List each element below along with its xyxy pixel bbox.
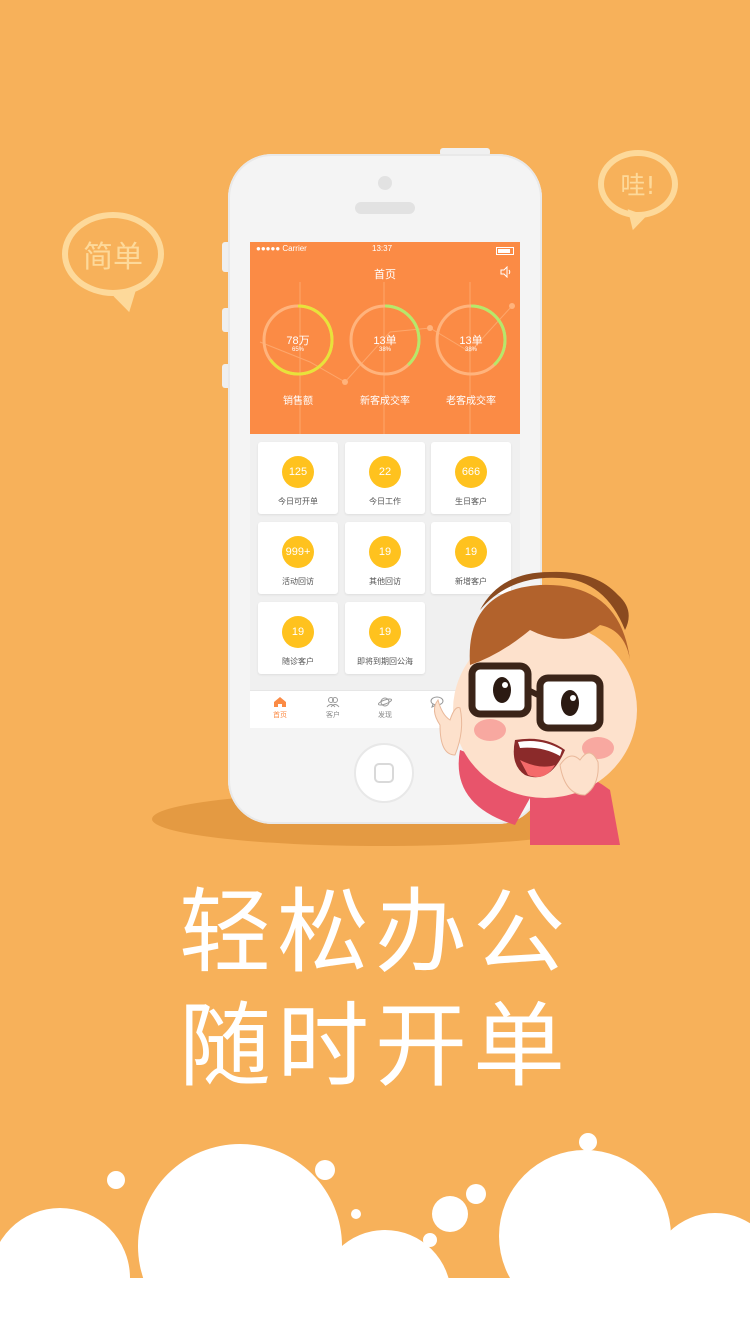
card-label: 今日工作 — [369, 497, 401, 506]
card-today-orders[interactable]: 125 今日可开单 — [258, 442, 338, 514]
tab-home[interactable]: 首页 — [253, 696, 307, 720]
count-badge: 125 — [282, 456, 314, 488]
phone-home-button — [354, 743, 414, 803]
bubble-text: 哇! — [620, 171, 656, 200]
tab-label: 首页 — [273, 712, 287, 719]
phone-earpiece — [355, 202, 415, 214]
battery-icon — [496, 247, 514, 255]
tab-discover[interactable]: 发现 — [358, 696, 412, 720]
tab-label: 发现 — [378, 712, 392, 719]
count-badge: 19 — [282, 616, 314, 648]
cloud-footer-illustration — [0, 1133, 750, 1334]
slogan-line-2: 随时开单 — [178, 993, 571, 1100]
card-other-followup[interactable]: 19 其他回访 — [345, 522, 425, 594]
card-event-followup[interactable]: 999+ 活动回访 — [258, 522, 338, 594]
count-badge: 22 — [369, 456, 401, 488]
dashboard-header: ●●●●● Carrier 13:37 首页 78万 65% 销售额 13单 3… — [250, 242, 520, 434]
card-label: 随诊客户 — [282, 657, 314, 666]
card-followup-customers[interactable]: 19 随诊客户 — [258, 602, 338, 674]
stat-value: 78万 — [286, 335, 310, 347]
card-label: 其他回访 — [369, 577, 401, 586]
bubble-text: 简单 — [83, 240, 143, 275]
card-label: 今日可开单 — [278, 497, 318, 506]
card-label: 生日客户 — [455, 497, 487, 506]
home-icon — [274, 697, 286, 707]
stat-percent: 65% — [291, 347, 304, 353]
stat-percent: 38% — [378, 347, 391, 353]
phone-camera — [378, 176, 392, 190]
status-bar: ●●●●● Carrier 13:37 — [250, 244, 520, 258]
card-today-work[interactable]: 22 今日工作 — [345, 442, 425, 514]
stat-label: 新客成交率 — [360, 396, 410, 407]
count-badge: 19 — [369, 536, 401, 568]
count-badge: 19 — [455, 536, 487, 568]
page-title: 首页 — [374, 269, 396, 281]
customers-icon — [326, 697, 340, 708]
card-label: 活动回访 — [282, 577, 314, 586]
card-expiring-pool[interactable]: 19 即将到期回公海 — [345, 602, 425, 674]
planet-icon — [378, 697, 392, 707]
cartoon-boy-illustration — [434, 571, 637, 845]
tab-label: 客户 — [326, 712, 340, 719]
card-birthday-customers[interactable]: 666 生日客户 — [431, 442, 511, 514]
count-badge: 999+ — [282, 536, 314, 568]
speaker-icon[interactable] — [500, 266, 512, 278]
stat-value: 13单 — [373, 335, 397, 347]
count-badge: 666 — [455, 456, 487, 488]
card-label: 即将到期回公海 — [357, 657, 413, 666]
stat-percent: 38% — [464, 347, 477, 353]
tab-customers[interactable]: 客户 — [306, 696, 360, 720]
speech-bubble-simple: 简单 — [62, 212, 164, 296]
stat-label: 老客成交率 — [446, 396, 496, 407]
status-time: 13:37 — [372, 244, 393, 253]
speech-bubble-wow: 哇! — [598, 150, 678, 218]
carrier-label: ●●●●● Carrier — [256, 244, 307, 253]
count-badge: 19 — [369, 616, 401, 648]
stat-label: 销售额 — [283, 396, 313, 407]
stat-value: 13单 — [459, 335, 483, 347]
